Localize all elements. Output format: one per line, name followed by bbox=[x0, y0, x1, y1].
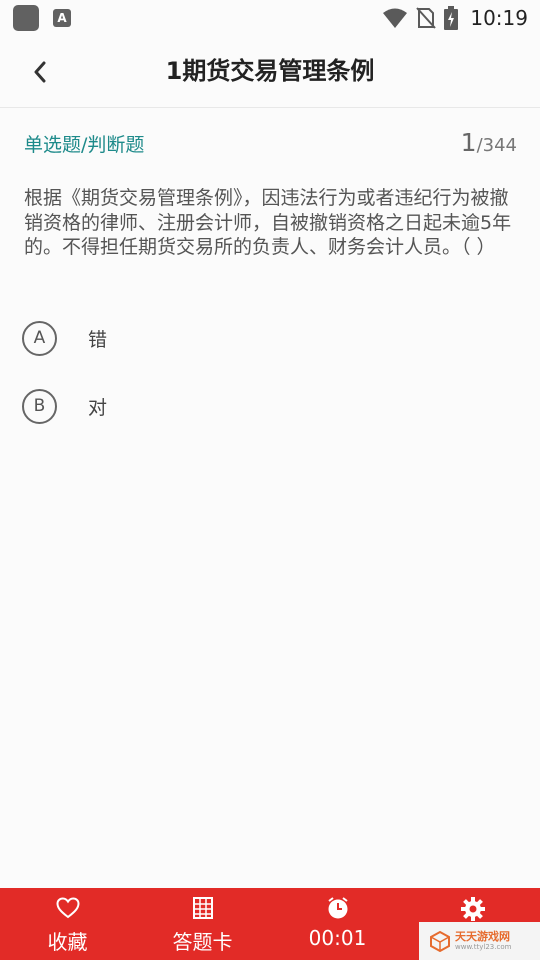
answer-card-label: 答题卡 bbox=[172, 930, 233, 954]
heart-icon bbox=[55, 897, 80, 919]
current-question-number: 1 bbox=[460, 128, 477, 157]
wifi-icon bbox=[383, 8, 408, 28]
chevron-left-icon bbox=[34, 61, 46, 83]
font-app-icon: A bbox=[53, 9, 71, 27]
app-notification-icon bbox=[13, 5, 39, 31]
clock-time: 10:19 bbox=[470, 6, 528, 30]
favorite-button[interactable]: 收藏 bbox=[0, 888, 135, 960]
page-title: 1期货交易管理条例 bbox=[165, 57, 375, 85]
back-button[interactable] bbox=[22, 54, 58, 90]
favorite-label: 收藏 bbox=[47, 930, 88, 954]
battery-charging-icon bbox=[444, 6, 459, 30]
option-b-letter: B bbox=[22, 388, 57, 424]
no-sim-icon bbox=[416, 7, 437, 29]
question-type: 单选题/判断题 bbox=[24, 134, 145, 156]
status-icons: 10:19 bbox=[382, 3, 528, 33]
watermark-name: 天天游戏网 bbox=[455, 930, 510, 943]
gear-icon bbox=[460, 897, 485, 921]
cube-logo-icon bbox=[430, 930, 450, 952]
top-app-bar: 1期货交易管理条例 bbox=[0, 36, 540, 108]
question-counter: 1/344 bbox=[461, 128, 517, 157]
option-b[interactable]: B 对 bbox=[22, 384, 322, 428]
answer-card-button[interactable]: 答题卡 bbox=[135, 888, 270, 960]
option-a-label: 错 bbox=[88, 328, 108, 351]
question-text: 根据《期货交易管理条例》，因违法行为或者违纪行为被撤销资格的律师、注册会计师，自… bbox=[24, 187, 512, 258]
option-b-label: 对 bbox=[88, 396, 108, 419]
option-a[interactable]: A 错 bbox=[22, 316, 322, 360]
timer-value: 00:01 bbox=[308, 926, 367, 950]
grid-icon bbox=[192, 897, 213, 919]
option-a-letter: A bbox=[22, 320, 57, 356]
clock-icon bbox=[327, 897, 348, 919]
site-watermark: 天天游戏网 www.ttyl23.com bbox=[419, 922, 540, 960]
watermark-url: www.ttyl23.com bbox=[455, 943, 512, 951]
total-questions: /344 bbox=[476, 135, 517, 156]
timer[interactable]: 00:01 bbox=[270, 888, 405, 960]
status-bar: A 10:19 bbox=[0, 0, 540, 36]
